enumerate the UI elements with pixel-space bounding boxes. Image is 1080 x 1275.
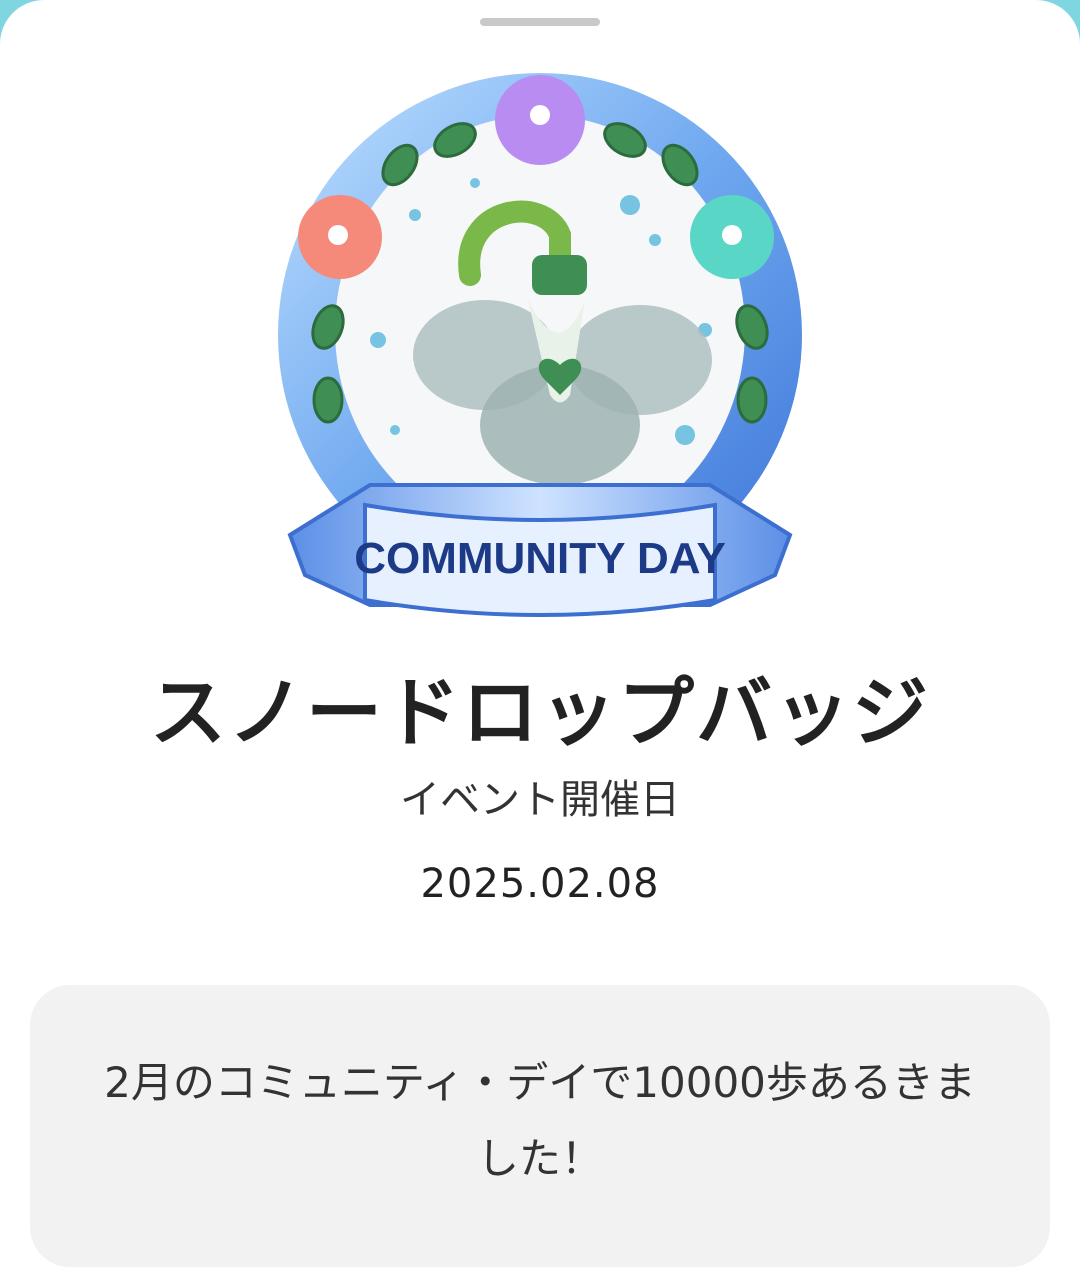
badge-description: 2月のコミュニティ・デイで10000歩あるきました！ [104, 1058, 976, 1183]
snowdrop-badge-icon: COMMUNITY DAY [270, 65, 810, 640]
ribbon-label: COMMUNITY DAY [354, 534, 726, 583]
event-date: 2025.02.08 [420, 861, 660, 907]
event-date-label: イベント開催日 [400, 777, 680, 823]
drag-handle[interactable] [480, 18, 600, 26]
badge-detail-sheet: COMMUNITY DAY スノードロップバッジ イベント開催日 2025.02… [0, 0, 1080, 1275]
description-card: 2月のコミュニティ・デイで10000歩あるきました！ [30, 985, 1050, 1267]
badge-title: スノードロップバッジ [150, 668, 930, 757]
